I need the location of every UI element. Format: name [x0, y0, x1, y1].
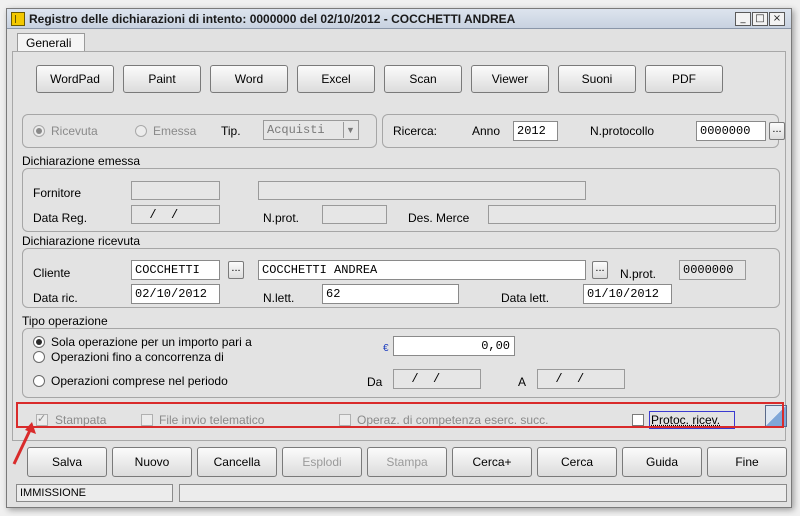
fine-button[interactable]: Fine — [707, 447, 787, 477]
tip-label: Tip. — [221, 124, 241, 138]
operazione-heading: Tipo operazione — [22, 314, 108, 328]
cancella-button[interactable]: Cancella — [197, 447, 277, 477]
des-merce-field[interactable] — [488, 205, 776, 224]
des-merce-label: Des. Merce — [408, 211, 470, 225]
generali-panel: WordPad Paint Word Excel Scan Viewer Suo… — [12, 51, 786, 441]
title-bar[interactable]: Registro delle dichiarazioni di intento:… — [7, 9, 791, 29]
document-type-group: Ricevuta Emessa Tip. Acquisti ▼ — [22, 114, 377, 148]
nlett-input[interactable]: 62 — [322, 284, 459, 304]
arrow-annotation-icon — [12, 422, 36, 465]
protocollo-label: N.protocollo — [590, 124, 655, 138]
data-lett-label: Data lett. — [501, 291, 550, 305]
excel-button[interactable]: Excel — [297, 65, 375, 93]
periodo-label: Operazioni comprese nel periodo — [51, 374, 228, 388]
notebook-icon — [11, 12, 25, 26]
sola-operazione-label: Sola operazione per un importo pari a — [51, 335, 252, 349]
cerca-button[interactable]: Cerca — [537, 447, 617, 477]
data-reg-field[interactable]: / / — [131, 205, 220, 224]
wordpad-button[interactable]: WordPad — [36, 65, 114, 93]
fornitore-code-field[interactable] — [131, 181, 220, 200]
cerca-plus-button[interactable]: Cerca+ — [452, 447, 532, 477]
viewer-button[interactable]: Viewer — [471, 65, 549, 93]
fino-concorrenza-label: Operazioni fino a concorrenza di — [51, 350, 224, 364]
emessa-heading: Dichiarazione emessa — [22, 154, 141, 168]
ricevuta-radio[interactable] — [33, 125, 45, 137]
emessa-nprot-field[interactable] — [322, 205, 387, 224]
nlett-label: N.lett. — [263, 291, 295, 305]
da-label: Da — [367, 375, 383, 389]
protocollo-browse-button[interactable]: ... — [769, 122, 785, 140]
guida-button[interactable]: Guida — [622, 447, 702, 477]
periodo-radio[interactable] — [33, 375, 45, 387]
data-ric-label: Data ric. — [33, 291, 78, 305]
a-field[interactable]: / / — [537, 369, 625, 389]
fornitore-label: Fornitore — [33, 186, 82, 200]
chevron-down-icon[interactable]: ▼ — [343, 122, 357, 138]
data-ric-input[interactable]: 02/10/2012 — [131, 284, 220, 304]
stampa-button[interactable]: Stampa — [367, 447, 447, 477]
cliente-name-input[interactable]: COCCHETTI ANDREA — [258, 260, 586, 280]
anno-label: Anno — [472, 124, 501, 138]
window-title: Registro delle dichiarazioni di intento:… — [29, 12, 516, 26]
data-reg-label: Data Reg. — [33, 211, 88, 225]
paint-button[interactable]: Paint — [123, 65, 201, 93]
sola-operazione-radio[interactable] — [33, 336, 45, 348]
word-button[interactable]: Word — [210, 65, 288, 93]
ricevuta-group: Cliente COCCHETTI ... COCCHETTI ANDREA .… — [22, 248, 780, 308]
maximize-button[interactable]: □ — [752, 12, 768, 26]
euro-icon: € — [383, 343, 389, 354]
nuovo-button[interactable]: Nuovo — [112, 447, 192, 477]
tab-generali[interactable]: Generali — [17, 33, 85, 52]
ricevuta-nprot-label: N.prot. — [620, 267, 657, 281]
cliente-label: Cliente — [33, 266, 71, 280]
highlight-frame — [16, 402, 784, 428]
importo-input[interactable]: 0,00 — [393, 336, 515, 356]
status-mode: IMMISSIONE — [16, 484, 173, 502]
close-button[interactable]: × — [769, 12, 785, 26]
scan-button[interactable]: Scan — [384, 65, 462, 93]
ricevuta-nprot-field[interactable]: 0000000 — [679, 260, 746, 280]
pdf-button[interactable]: PDF — [645, 65, 723, 93]
data-lett-input[interactable]: 01/10/2012 — [583, 284, 672, 304]
search-group: Ricerca: Anno 2012 N.protocollo 0000000 … — [382, 114, 785, 148]
ricerca-label: Ricerca: — [393, 124, 438, 138]
emessa-label: Emessa — [153, 124, 197, 138]
emessa-nprot-label: N.prot. — [263, 211, 300, 225]
dialog-window: Registro delle dichiarazioni di intento:… — [6, 8, 792, 508]
cliente-name-browse-button[interactable]: ... — [592, 261, 608, 279]
protocollo-input[interactable]: 0000000 — [696, 121, 766, 141]
da-field[interactable]: / / — [393, 369, 481, 389]
emessa-group: Fornitore Data Reg. / / N.prot. Des. Mer… — [22, 168, 780, 232]
cliente-code-input[interactable]: COCCHETTI — [131, 260, 220, 280]
anno-input[interactable]: 2012 — [513, 121, 558, 141]
fino-concorrenza-radio[interactable] — [33, 351, 45, 363]
status-message — [179, 484, 787, 502]
ricevuta-label: Ricevuta — [51, 124, 98, 138]
ricevuta-heading: Dichiarazione ricevuta — [22, 234, 141, 248]
operazione-group: Sola operazione per un importo pari a Op… — [22, 328, 780, 398]
a-label: A — [518, 375, 527, 389]
suoni-button[interactable]: Suoni — [558, 65, 636, 93]
emessa-radio[interactable] — [135, 125, 147, 137]
esplodi-button[interactable]: Esplodi — [282, 447, 362, 477]
minimize-button[interactable]: _ — [735, 12, 751, 26]
fornitore-name-field[interactable] — [258, 181, 586, 200]
cliente-browse-button[interactable]: ... — [228, 261, 244, 279]
